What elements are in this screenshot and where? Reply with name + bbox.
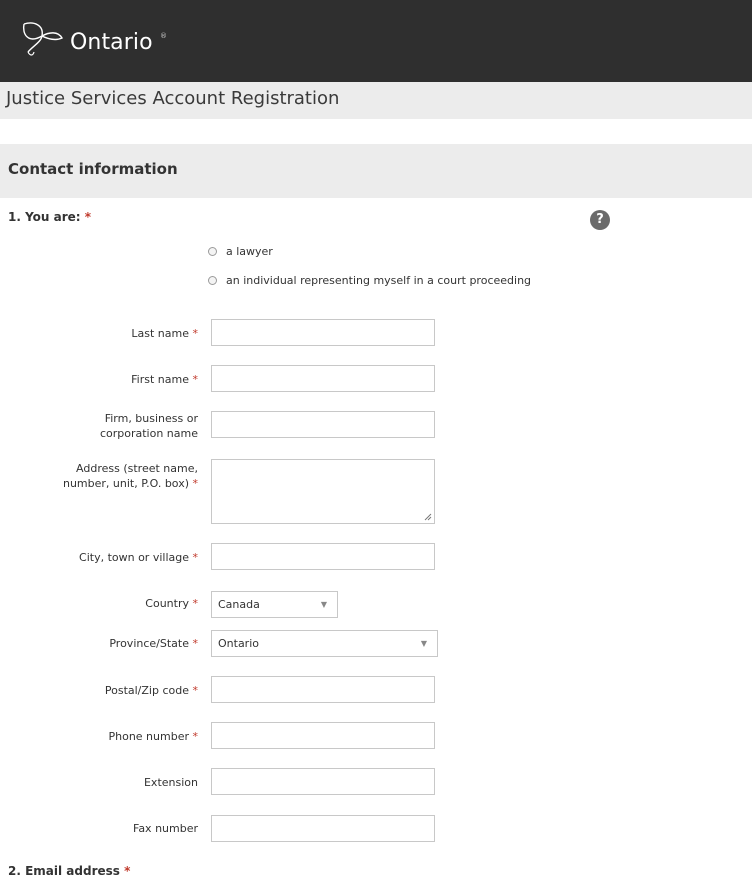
- section-title: Contact information: [8, 160, 178, 178]
- phone-number-label: Phone number *: [8, 729, 198, 744]
- last-name-input[interactable]: [211, 319, 435, 346]
- country-select-value: Canada: [218, 598, 260, 611]
- question-2-text: 2. Email address: [8, 864, 120, 878]
- chevron-down-icon: ▼: [320, 600, 327, 609]
- postal-code-input[interactable]: [211, 676, 435, 703]
- postal-code-label: Postal/Zip code *: [8, 683, 198, 698]
- ontario-logo[interactable]: Ontario ®: [10, 14, 250, 74]
- required-mark: *: [192, 730, 199, 743]
- chevron-down-icon: ▼: [420, 639, 427, 648]
- radio-label-self-represented: an individual representing myself in a c…: [226, 274, 532, 287]
- radio-button-lawyer[interactable]: [208, 247, 217, 256]
- required-mark: *: [192, 477, 199, 490]
- first-name-label: First name *: [8, 372, 198, 387]
- extension-input[interactable]: [211, 768, 435, 795]
- required-mark: *: [192, 373, 199, 386]
- fax-number-label-text: Fax number: [133, 822, 198, 835]
- section-header: Contact information: [0, 144, 752, 198]
- fax-number-input[interactable]: [211, 815, 435, 842]
- brand-mark: ®: [160, 32, 167, 40]
- help-icon-glyph: ?: [596, 212, 604, 227]
- extension-label-text: Extension: [143, 776, 198, 789]
- required-mark: *: [124, 864, 131, 878]
- required-mark: *: [192, 684, 199, 697]
- firm-name-label: Firm, business or corporation name: [8, 411, 198, 441]
- page-title: Justice Services Account Registration: [6, 88, 340, 109]
- phone-number-input[interactable]: [211, 722, 435, 749]
- radio-option-self-represented[interactable]: an individual representing myself in a c…: [208, 274, 531, 287]
- country-select[interactable]: Canada ▼: [211, 591, 338, 618]
- required-mark: *: [192, 637, 199, 650]
- address-label-line1: Address (street name,: [76, 462, 198, 475]
- firm-name-label-line1: Firm, business or: [104, 412, 198, 425]
- last-name-label: Last name *: [8, 326, 198, 341]
- province-label: Province/State *: [8, 636, 198, 651]
- ontario-trillium-icon: [22, 22, 63, 56]
- province-select[interactable]: Ontario ▼: [211, 630, 438, 657]
- address-label-line2: number, unit, P.O. box): [62, 477, 189, 490]
- city-input[interactable]: [211, 543, 435, 570]
- first-name-input[interactable]: [211, 365, 435, 392]
- resize-grip-icon[interactable]: [424, 513, 432, 521]
- top-bar: Ontario ®: [0, 0, 752, 82]
- question-1-text: 1. You are:: [8, 210, 81, 224]
- required-mark: *: [84, 210, 92, 224]
- address-label: Address (street name, number, unit, P.O.…: [8, 461, 198, 491]
- province-label-text: Province/State: [109, 637, 189, 650]
- phone-number-label-text: Phone number: [108, 730, 189, 743]
- postal-code-label-text: Postal/Zip code: [104, 684, 189, 697]
- fax-number-label: Fax number: [8, 821, 198, 836]
- firm-name-label-line2: corporation name: [99, 427, 198, 440]
- radio-option-lawyer[interactable]: a lawyer: [208, 245, 273, 258]
- radio-label-lawyer: a lawyer: [226, 245, 273, 258]
- question-1-label: 1. You are: *: [8, 210, 91, 224]
- first-name-label-text: First name: [131, 373, 189, 386]
- country-label: Country *: [8, 596, 198, 611]
- question-2-label: 2. Email address *: [8, 864, 130, 878]
- last-name-label-text: Last name: [131, 327, 189, 340]
- brand-name: Ontario: [70, 30, 153, 55]
- required-mark: *: [192, 551, 199, 564]
- province-select-value: Ontario: [218, 637, 259, 650]
- required-mark: *: [192, 327, 199, 340]
- extension-label: Extension: [8, 775, 198, 790]
- city-label-text: City, town or village: [79, 551, 189, 564]
- address-textarea[interactable]: [211, 459, 435, 524]
- required-mark: *: [192, 597, 199, 610]
- help-icon[interactable]: ?: [590, 210, 610, 230]
- radio-button-self-represented[interactable]: [208, 276, 217, 285]
- country-label-text: Country: [145, 597, 189, 610]
- firm-name-input[interactable]: [211, 411, 435, 438]
- city-label: City, town or village *: [8, 550, 198, 565]
- page-title-bar: Justice Services Account Registration: [0, 82, 752, 119]
